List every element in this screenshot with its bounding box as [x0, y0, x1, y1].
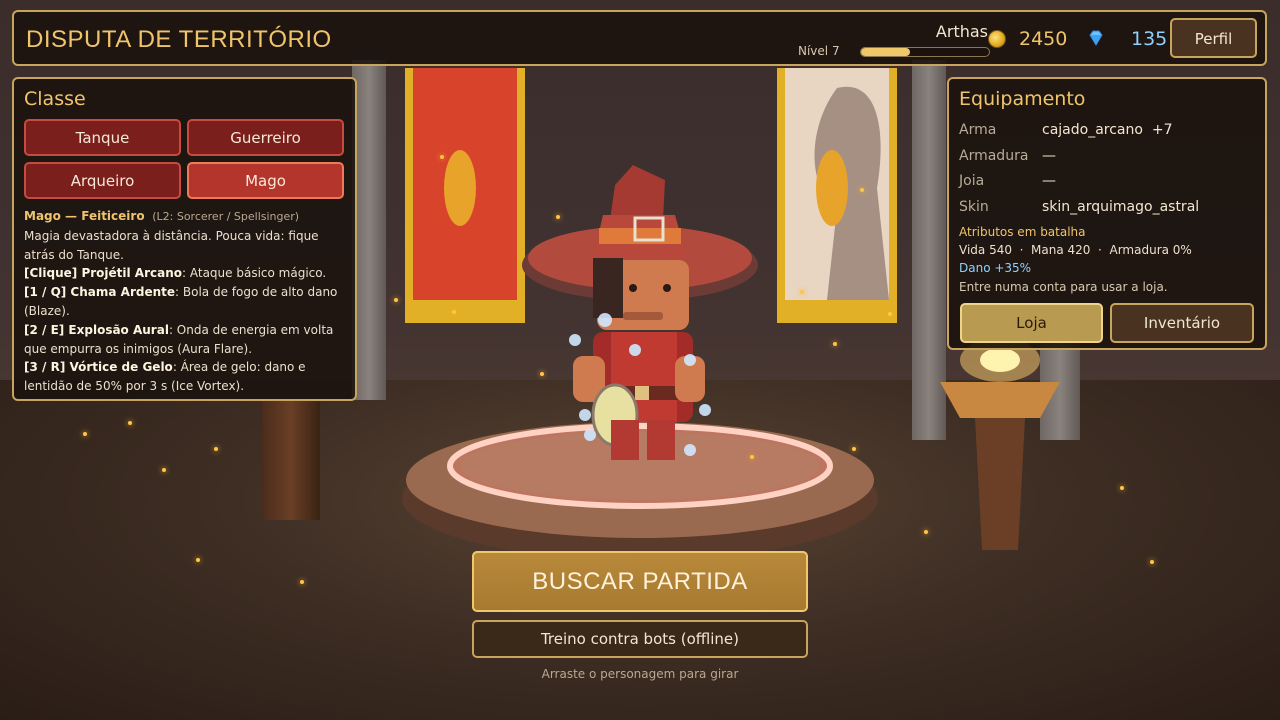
battle-attributes-stats: Vida 540 · Mana 420 · Armadura 0%	[959, 243, 1192, 257]
equipment-label: Armadura	[959, 148, 1029, 164]
banner-right	[777, 68, 897, 323]
gold-amount: 2450	[1019, 28, 1068, 50]
battle-attributes-title: Atributos em batalha	[959, 225, 1086, 239]
class-button-tanque[interactable]: Tanque	[24, 119, 181, 156]
profile-button[interactable]: Perfil	[1170, 18, 1257, 58]
rotate-hint: Arraste o personagem para girar	[541, 667, 739, 681]
ember-particle	[540, 372, 544, 376]
ember-particle	[924, 530, 928, 534]
find-match-button[interactable]: BUSCAR PARTIDA	[472, 551, 808, 612]
top-bar: DISPUTA DE TERRITÓRIO Arthas Nível 7 245…	[12, 10, 1267, 66]
banner-left	[405, 68, 525, 323]
ember-particle	[162, 468, 166, 472]
equipment-label: Arma	[959, 122, 997, 138]
ember-particle	[196, 558, 200, 562]
damage-bonus: Dano +35%	[959, 261, 1032, 275]
player-name: Arthas	[935, 22, 988, 41]
ember-particle	[833, 342, 837, 346]
skill-line: [3 / R] Vórtice de Gelo: Área de gelo: d…	[24, 358, 349, 396]
ember-particle	[128, 421, 132, 425]
class-button-guerreiro[interactable]: Guerreiro	[187, 119, 344, 156]
equipment-label: Skin	[959, 199, 989, 215]
class-description: Mago — Feiticeiro (L2: Sorcerer / Spells…	[24, 207, 349, 396]
equipment-panel-title: Equipamento	[959, 88, 1086, 110]
training-bots-button[interactable]: Treino contra bots (offline)	[472, 620, 808, 658]
inventory-button[interactable]: Inventário	[1110, 303, 1254, 343]
class-button-arqueiro[interactable]: Arqueiro	[24, 162, 181, 199]
ember-particle	[394, 298, 398, 302]
level-progress-fill	[861, 48, 910, 56]
class-button-mago[interactable]: Mago	[187, 162, 344, 199]
ember-particle	[852, 447, 856, 451]
diamond-icon	[1089, 30, 1103, 46]
equipment-value: —	[1042, 173, 1056, 189]
character-mage[interactable]	[515, 160, 765, 470]
ember-particle	[452, 310, 456, 314]
ember-particle	[1150, 560, 1154, 564]
equipment-value: cajado_arcano +7	[1042, 122, 1173, 138]
shop-button[interactable]: Loja	[960, 303, 1103, 343]
equipment-label: Joia	[959, 173, 985, 189]
selected-class-name: Mago — Feiticeiro	[24, 209, 145, 223]
pillar-left-outer	[262, 400, 320, 520]
selected-class-alt: (L2: Sorcerer / Spellsinger)	[152, 210, 300, 223]
game-title: DISPUTA DE TERRITÓRIO	[26, 26, 332, 53]
ember-particle	[888, 312, 892, 316]
equipment-value: skin_arquimago_astral	[1042, 199, 1200, 215]
equipment-value: —	[1042, 148, 1056, 164]
selected-class-summary: Magia devastadora à distância. Pouca vid…	[24, 228, 319, 262]
class-panel: Classe Tanque Guerreiro Arqueiro Mago Ma…	[12, 77, 357, 401]
skill-line: [2 / E] Explosão Aural: Onda de energia …	[24, 321, 349, 359]
ember-particle	[800, 290, 804, 294]
ember-particle	[556, 215, 560, 219]
skill-key: [Clique] Projétil Arcano	[24, 266, 183, 281]
ember-particle	[860, 188, 864, 192]
skill-key: [2 / E] Explosão Aural	[24, 322, 169, 337]
skill-key: [3 / R] Vórtice de Gelo	[24, 360, 173, 375]
brazier-right	[940, 338, 1060, 550]
shop-login-note: Entre numa conta para usar a loja.	[959, 280, 1168, 294]
equipment-panel: Equipamento Arma cajado_arcano +7 Armadu…	[947, 77, 1267, 350]
ember-particle	[750, 455, 754, 459]
ember-particle	[300, 580, 304, 584]
skill-line: [Clique] Projétil Arcano: Ataque básico …	[24, 264, 349, 283]
level-progress-bar	[860, 47, 990, 57]
gold-coin-icon	[988, 30, 1006, 48]
skill-desc: : Ataque básico mágico.	[182, 266, 327, 281]
skill-key: [1 / Q] Chama Ardente	[24, 285, 176, 300]
gem-amount: 135	[1131, 28, 1168, 50]
ember-particle	[1120, 486, 1124, 490]
ember-particle	[214, 447, 218, 451]
skill-line: [1 / Q] Chama Ardente: Bola de fogo de a…	[24, 283, 349, 321]
level-label: Nível 7	[798, 44, 840, 58]
pillar-left	[352, 60, 386, 400]
class-panel-title: Classe	[24, 88, 86, 110]
ember-particle	[440, 155, 444, 159]
ember-particle	[83, 432, 87, 436]
